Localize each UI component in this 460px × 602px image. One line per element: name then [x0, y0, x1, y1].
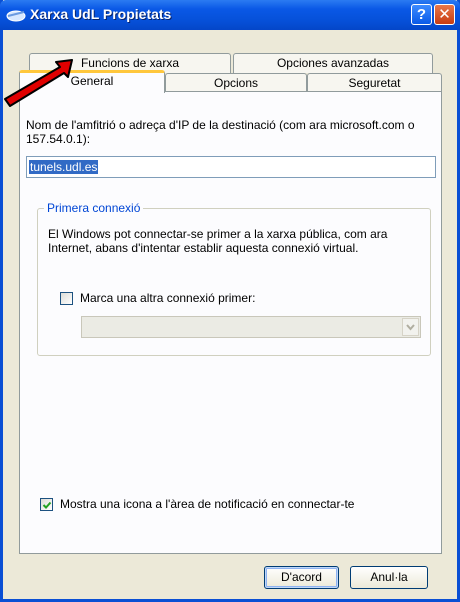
annotation-arrow-icon	[4, 59, 73, 107]
first-connection-text: El Windows pot connectar-se primer a la …	[48, 227, 388, 255]
tab-label: Funcions de xarxa	[80, 56, 180, 70]
checkmark-icon	[42, 501, 52, 509]
cancel-button[interactable]: Anul·la	[350, 566, 428, 589]
tab-label: Opcions	[213, 76, 259, 90]
dropdown-arrow-icon	[402, 318, 419, 336]
close-button[interactable]: ✕	[434, 4, 455, 25]
tab-seguretat[interactable]: Seguretat	[307, 73, 442, 91]
tab-label: Opciones avanzadas	[276, 56, 390, 70]
close-icon: ✕	[438, 6, 451, 23]
cancel-button-label: Anul·la	[370, 570, 408, 584]
dial-first-combobox[interactable]	[81, 316, 421, 338]
ok-button[interactable]: D'acord	[264, 566, 339, 589]
host-description: Nom de l'amfitrió o adreça d'IP de la de…	[26, 118, 415, 146]
tab-opciones-avanzadas[interactable]: Opciones avanzadas	[233, 53, 433, 73]
title-bar[interactable]: Xarxa UdL Propietats ? ✕	[0, 0, 460, 30]
ok-button-label: D'acord	[281, 570, 322, 584]
dial-first-label[interactable]: Marca una altra connexió primer:	[80, 291, 255, 305]
help-icon: ?	[416, 6, 427, 23]
tab-label: Seguretat	[348, 76, 401, 90]
window-title: Xarxa UdL Propietats	[30, 6, 172, 22]
network-connection-icon	[6, 10, 26, 22]
dial-first-checkbox[interactable]	[60, 292, 73, 305]
show-icon-label[interactable]: Mostra una icona a l'àrea de notificació…	[60, 497, 354, 511]
show-icon-checkbox[interactable]	[40, 498, 53, 511]
help-button[interactable]: ?	[411, 4, 432, 25]
first-connection-title: Primera connexió	[44, 201, 144, 215]
host-address-input[interactable]: tunels.udl.es	[26, 156, 436, 178]
tab-opcions[interactable]: Opcions	[165, 73, 307, 91]
host-address-value: tunels.udl.es	[29, 160, 99, 174]
